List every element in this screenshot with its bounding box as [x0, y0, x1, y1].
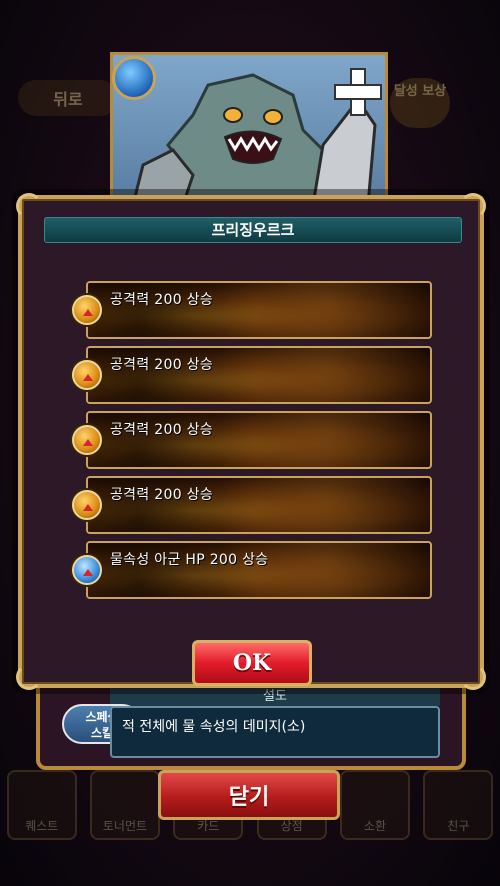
attack-up-icon	[72, 490, 102, 520]
attack-up-icon	[72, 425, 102, 455]
effect-item: 물속성 아군 HP 200 상승	[72, 541, 432, 599]
frame-ornament-icon	[460, 664, 486, 690]
frame-ornament-icon	[16, 193, 42, 219]
effect-list: 공격력 200 상승 공격력 200 상승 공격력 200 상승 공격력 200…	[72, 281, 432, 606]
popup-title: 프리징우르크	[44, 217, 462, 243]
effect-item: 공격력 200 상승	[72, 346, 432, 404]
effect-item: 공격력 200 상승	[72, 411, 432, 469]
frame-ornament-icon	[16, 664, 42, 690]
plus-icon[interactable]	[332, 66, 382, 116]
achievement-reward-button[interactable]: 달성 보상	[390, 78, 450, 128]
close-button[interactable]: 닫기	[158, 770, 340, 820]
frame-ornament-icon	[460, 193, 486, 219]
ok-button[interactable]: OK	[192, 640, 312, 686]
effect-text: 공격력 200 상승	[110, 292, 214, 308]
water-element-icon	[112, 56, 156, 100]
attack-up-icon	[72, 360, 102, 390]
back-button[interactable]: 뒤로	[18, 80, 118, 116]
effect-text: 공격력 200 상승	[110, 487, 214, 503]
nav-tournament[interactable]: 토너먼트	[89, 770, 160, 840]
effect-text: 물속성 아군 HP 200 상승	[110, 552, 269, 568]
attack-up-icon	[72, 295, 102, 325]
effect-item: 공격력 200 상승	[72, 476, 432, 534]
skill-title: 설도	[110, 688, 440, 706]
effect-popup: 프리징우르크 공격력 200 상승 공격력 200 상승 공격력 200 상승 …	[16, 193, 486, 690]
effect-text: 공격력 200 상승	[110, 422, 214, 438]
nav-quest[interactable]: 퀘스트	[6, 770, 77, 840]
effect-item: 공격력 200 상승	[72, 281, 432, 339]
water-hp-up-icon	[72, 555, 102, 585]
special-skill-description: 적 전체에 물 속성의 데미지(소)	[110, 706, 440, 758]
effect-text: 공격력 200 상승	[110, 357, 214, 373]
nav-friend[interactable]: 친구	[423, 770, 494, 840]
nav-summon[interactable]: 소환	[339, 770, 410, 840]
